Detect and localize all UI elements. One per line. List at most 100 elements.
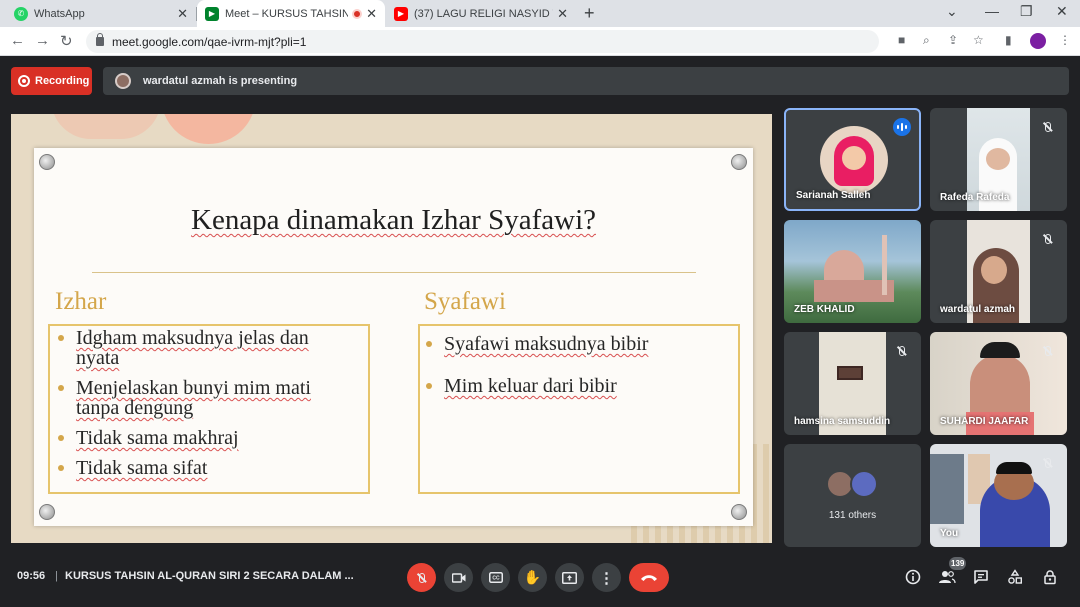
- tab-title: Meet – KURSUS TAHSIN AL-Q: [225, 7, 349, 20]
- participant-tile[interactable]: ZEB KHALID: [784, 220, 921, 323]
- bookmark-star-icon[interactable]: ☆: [973, 33, 984, 47]
- participant-tile[interactable]: hamsina samsuddin: [784, 332, 921, 435]
- chat-icon[interactable]: [971, 567, 991, 587]
- list-item: Mim keluar dari bibir: [422, 376, 732, 396]
- presenting-banner: wardatul azmah is presenting: [103, 67, 1069, 95]
- slide-title: Kenapa dinamakan Izhar Syafawi?: [191, 204, 596, 236]
- separator: |: [55, 570, 58, 582]
- muted-mic-icon: [1039, 118, 1057, 136]
- close-icon[interactable]: ✕: [366, 6, 377, 22]
- window-close-icon[interactable]: ✕: [1056, 3, 1068, 20]
- hang-up-icon: [641, 574, 657, 581]
- participant-tile[interactable]: Rafeda Rafeda: [930, 108, 1067, 211]
- pin-icon: [731, 504, 747, 520]
- participant-tile[interactable]: wardatul azmah: [930, 220, 1067, 323]
- address-bar[interactable]: meet.google.com/qae-ivrm-mjt?pli=1: [86, 30, 879, 53]
- side-panel-icon[interactable]: ▮: [1005, 33, 1012, 47]
- menu-dots-icon[interactable]: ⋮: [1059, 33, 1071, 47]
- right-box: Syafawi maksudnya bibir Mim keluar dari …: [418, 324, 740, 494]
- mic-toggle-button[interactable]: [407, 563, 436, 592]
- meeting-details-icon[interactable]: [903, 567, 923, 587]
- participant-tile[interactable]: SUHARDI JAAFAR: [930, 332, 1067, 435]
- slide-decoration: [161, 114, 256, 144]
- camera-icon[interactable]: ■: [898, 33, 905, 47]
- presentation-slide: Kenapa dinamakan Izhar Syafawi? Izhar Id…: [11, 114, 772, 543]
- participant-name: ZEB KHALID: [794, 304, 855, 315]
- others-count: 131 others: [828, 510, 877, 521]
- tab-title: WhatsApp: [34, 7, 85, 20]
- meeting-time: 09:56: [17, 570, 46, 582]
- address-text: meet.google.com/qae-ivrm-mjt?pli=1: [112, 34, 307, 49]
- maximize-icon[interactable]: ❐: [1020, 3, 1033, 20]
- close-icon[interactable]: ✕: [557, 6, 568, 22]
- participant-name: Rafeda Rafeda: [940, 192, 1010, 203]
- browser-toolbar: ← → ↻ meet.google.com/qae-ivrm-mjt?pli=1…: [0, 27, 1080, 56]
- google-meet-icon: ▶: [205, 6, 219, 21]
- pin-icon: [39, 154, 55, 170]
- present-now-button[interactable]: [555, 563, 584, 592]
- mic-off-icon: [418, 572, 425, 583]
- svg-text:CC: CC: [492, 576, 500, 582]
- slide-paper: Kenapa dinamakan Izhar Syafawi? Izhar Id…: [34, 148, 753, 526]
- slide-decoration: [51, 114, 161, 139]
- more-options-button[interactable]: ⋮: [592, 563, 621, 592]
- tab-title: (37) LAGU RELIGI NASYID TERBA: [414, 7, 553, 20]
- present-screen-icon: [562, 571, 577, 584]
- whatsapp-icon: ✆: [14, 6, 28, 21]
- participant-name: SUHARDI JAAFAR: [940, 416, 1029, 427]
- presenting-text: wardatul azmah is presenting: [143, 75, 298, 87]
- participant-name: hamsina samsuddin: [794, 416, 891, 427]
- raise-hand-button[interactable]: ✋: [518, 563, 547, 592]
- recording-label: Recording: [35, 75, 90, 87]
- lock-icon: [96, 33, 104, 46]
- list-item: Syafawi maksudnya bibir: [422, 334, 732, 354]
- activities-icon[interactable]: [1005, 567, 1025, 587]
- zoom-icon[interactable]: ⌕: [923, 33, 930, 48]
- participant-tile-others[interactable]: 131 others: [784, 444, 921, 547]
- muted-mic-icon: [1039, 342, 1057, 360]
- captions-button[interactable]: CC: [481, 563, 510, 592]
- presenter-avatar: [115, 73, 131, 89]
- share-icon[interactable]: ⇪: [948, 33, 958, 47]
- reload-icon[interactable]: ↻: [60, 32, 73, 50]
- avatar: [850, 470, 878, 498]
- people-icon[interactable]: [937, 567, 957, 587]
- forward-icon[interactable]: →: [35, 32, 50, 49]
- host-controls-icon[interactable]: [1040, 567, 1060, 587]
- slide-divider: [92, 272, 696, 273]
- back-icon[interactable]: ←: [10, 32, 25, 49]
- recording-badge[interactable]: Recording: [11, 67, 92, 95]
- muted-mic-icon: [1039, 454, 1057, 472]
- hand-icon: ✋: [523, 569, 542, 585]
- tab-meet[interactable]: ▶ Meet – KURSUS TAHSIN AL-Q ✕: [197, 0, 385, 27]
- participant-name: You: [940, 528, 959, 539]
- pin-icon: [39, 504, 55, 520]
- list-item: Tidak sama makhraj: [54, 428, 354, 448]
- record-icon: [18, 75, 30, 87]
- muted-mic-icon: [893, 342, 911, 360]
- leave-call-button[interactable]: [629, 563, 669, 592]
- meeting-title: KURSUS TAHSIN AL-QURAN SIRI 2 SECARA DAL…: [65, 570, 354, 582]
- youtube-icon: ▶: [394, 6, 408, 21]
- participant-tile-self[interactable]: You: [930, 444, 1067, 547]
- more-vert-icon: ⋮: [599, 569, 614, 587]
- speaking-indicator-icon: [893, 118, 911, 136]
- list-item: Idgham maksudnya jelas dan nyata: [54, 328, 354, 368]
- list-item: Tidak sama sifat: [54, 458, 354, 478]
- tab-whatsapp[interactable]: ✆ WhatsApp ✕: [6, 0, 196, 27]
- captions-icon: CC: [488, 572, 503, 583]
- list-item: Menjelaskan bunyi mim mati tanpa dengung: [54, 378, 354, 418]
- muted-mic-icon: [1039, 230, 1057, 248]
- minimize-icon[interactable]: —: [985, 3, 999, 19]
- participant-tile[interactable]: Sarianah Salleh: [784, 108, 921, 211]
- camera-toggle-button[interactable]: [444, 563, 473, 592]
- browser-tab-strip: ✆ WhatsApp ✕ ▶ Meet – KURSUS TAHSIN AL-Q…: [0, 0, 1080, 27]
- tab-youtube[interactable]: ▶ (37) LAGU RELIGI NASYID TERBA ✕: [386, 0, 576, 27]
- profile-avatar[interactable]: [1030, 33, 1046, 49]
- tab-search-icon[interactable]: ⌄: [946, 3, 958, 20]
- close-icon[interactable]: ✕: [177, 6, 188, 22]
- new-tab-icon[interactable]: +: [584, 3, 595, 24]
- right-heading: Syafawi: [424, 288, 506, 315]
- avatar: [820, 126, 888, 194]
- recording-indicator-icon: [352, 8, 363, 19]
